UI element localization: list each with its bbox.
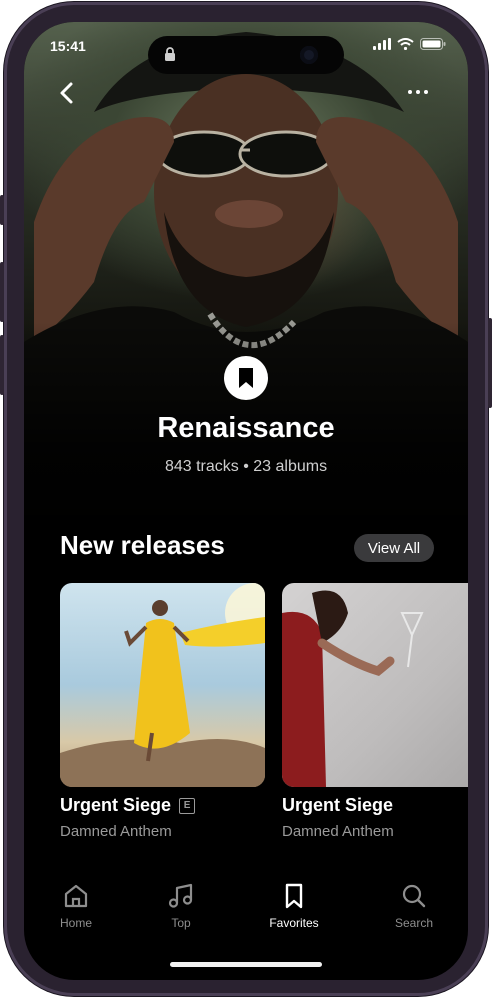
power-button <box>488 318 492 408</box>
volume-up-button <box>0 262 4 322</box>
release-artist: Damned Anthem <box>282 823 394 840</box>
playlist-title: Renaissance <box>157 412 335 444</box>
tab-label: Favorites <box>269 916 319 930</box>
back-button[interactable] <box>54 80 80 106</box>
bookmark-icon <box>285 883 303 909</box>
release-artist: Damned Anthem <box>60 823 172 840</box>
tab-label: Home <box>59 916 92 930</box>
tab-bar: Home Top Favorites Search <box>24 882 468 942</box>
lock-icon <box>165 47 175 61</box>
release-title-text: Urgent Siege <box>282 795 394 815</box>
release-title: Urgent Siege E <box>60 795 196 816</box>
status-icons <box>373 38 446 50</box>
bookmark-icon <box>239 368 253 388</box>
screen: 15:41 Renaissance 843 tracks • 23 albums… <box>24 22 468 980</box>
tab-label: Top <box>171 916 191 930</box>
tab-top[interactable]: Top <box>136 882 226 930</box>
battery-icon <box>420 38 446 50</box>
explicit-badge: E <box>179 797 196 814</box>
status-time: 15:41 <box>50 38 86 54</box>
more-options-button[interactable] <box>408 84 436 100</box>
section-title-new-releases: New releases <box>60 530 225 560</box>
tab-label: Search <box>394 916 434 930</box>
dynamic-island <box>148 36 344 74</box>
tab-home[interactable]: Home <box>31 882 121 930</box>
view-all-button[interactable]: View All <box>354 534 434 562</box>
release-title-text: Urgent Siege <box>60 795 172 815</box>
tab-search[interactable]: Search <box>369 882 459 930</box>
music-note-icon <box>168 883 193 908</box>
home-indicator[interactable] <box>170 962 322 967</box>
camera-icon <box>300 46 318 64</box>
playlist-bookmark-badge[interactable] <box>224 356 268 400</box>
volume-down-button <box>0 335 4 395</box>
tab-favorites[interactable]: Favorites <box>249 882 339 930</box>
search-icon <box>402 884 426 908</box>
signal-icon <box>373 38 391 50</box>
release-card[interactable]: Urgent Siege Damned Anthem <box>282 583 468 840</box>
chevron-left-icon <box>60 82 73 104</box>
release-artwork <box>282 583 468 787</box>
release-title: Urgent Siege <box>282 795 393 816</box>
side-button <box>0 195 4 225</box>
release-card[interactable]: Urgent Siege E Damned Anthem <box>60 583 265 840</box>
playlist-meta: 843 tracks • 23 albums <box>164 458 328 475</box>
wifi-icon <box>397 38 414 50</box>
release-artwork <box>60 583 265 787</box>
more-horizontal-icon <box>408 90 412 94</box>
home-icon <box>64 884 88 908</box>
